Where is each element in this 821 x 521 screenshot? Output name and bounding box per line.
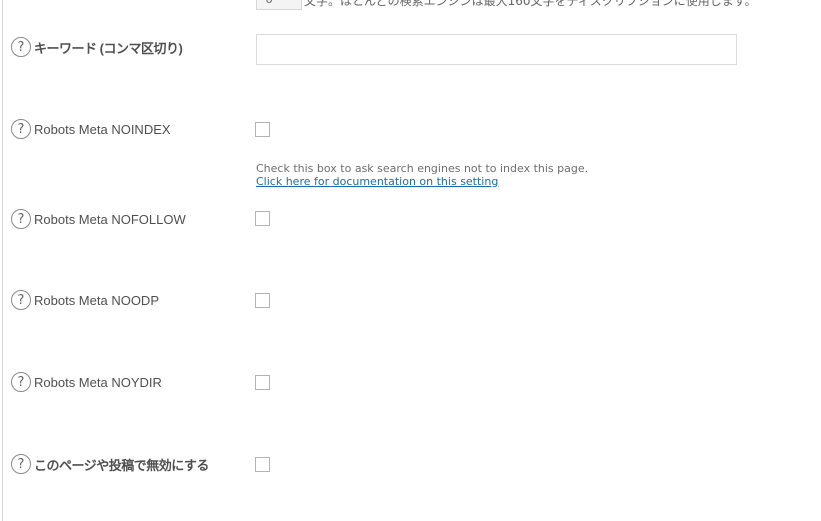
- noindex-label: Robots Meta NOINDEX: [34, 121, 171, 137]
- noindex-documentation-link[interactable]: Click here for documentation on this set…: [256, 175, 588, 188]
- nofollow-label: Robots Meta NOFOLLOW: [34, 211, 186, 227]
- nofollow-row: ? Robots Meta NOFOLLOW: [11, 207, 186, 231]
- disable-checkbox[interactable]: [255, 457, 270, 472]
- help-icon[interactable]: ?: [11, 119, 31, 139]
- noindex-checkbox[interactable]: [255, 122, 270, 137]
- keywords-row: ? キーワード (コンマ区切り): [11, 35, 183, 59]
- noodp-checkbox[interactable]: [255, 293, 270, 308]
- noindex-row: ? Robots Meta NOINDEX: [11, 117, 171, 141]
- help-icon[interactable]: ?: [11, 37, 31, 57]
- noydir-label: Robots Meta NOYDIR: [34, 374, 162, 390]
- disable-label: このページや投稿で無効にする: [34, 457, 209, 473]
- noindex-help-text: Check this box to ask search engines not…: [256, 162, 589, 175]
- noodp-row: ? Robots Meta NOODP: [11, 288, 159, 312]
- description-char-counter: 0: [256, 0, 302, 10]
- help-icon[interactable]: ?: [11, 290, 31, 310]
- help-icon[interactable]: ?: [11, 209, 31, 229]
- keywords-label: キーワード (コンマ区切り): [34, 40, 183, 56]
- noindex-help: Check this box to ask search engines not…: [256, 162, 588, 188]
- help-icon[interactable]: ?: [11, 372, 31, 392]
- noydir-checkbox[interactable]: [255, 375, 270, 390]
- help-icon[interactable]: ?: [11, 454, 31, 474]
- noydir-row: ? Robots Meta NOYDIR: [11, 370, 162, 394]
- description-counter-note: 文字。ほとんどの検索エンジンは最大160文字をディスクリプションに使用します。: [304, 0, 757, 8]
- panel-left-border: [2, 0, 3, 521]
- noodp-label: Robots Meta NOODP: [34, 292, 159, 308]
- disable-row: ? このページや投稿で無効にする: [11, 452, 209, 476]
- keywords-input[interactable]: [256, 34, 737, 65]
- nofollow-checkbox[interactable]: [255, 211, 270, 226]
